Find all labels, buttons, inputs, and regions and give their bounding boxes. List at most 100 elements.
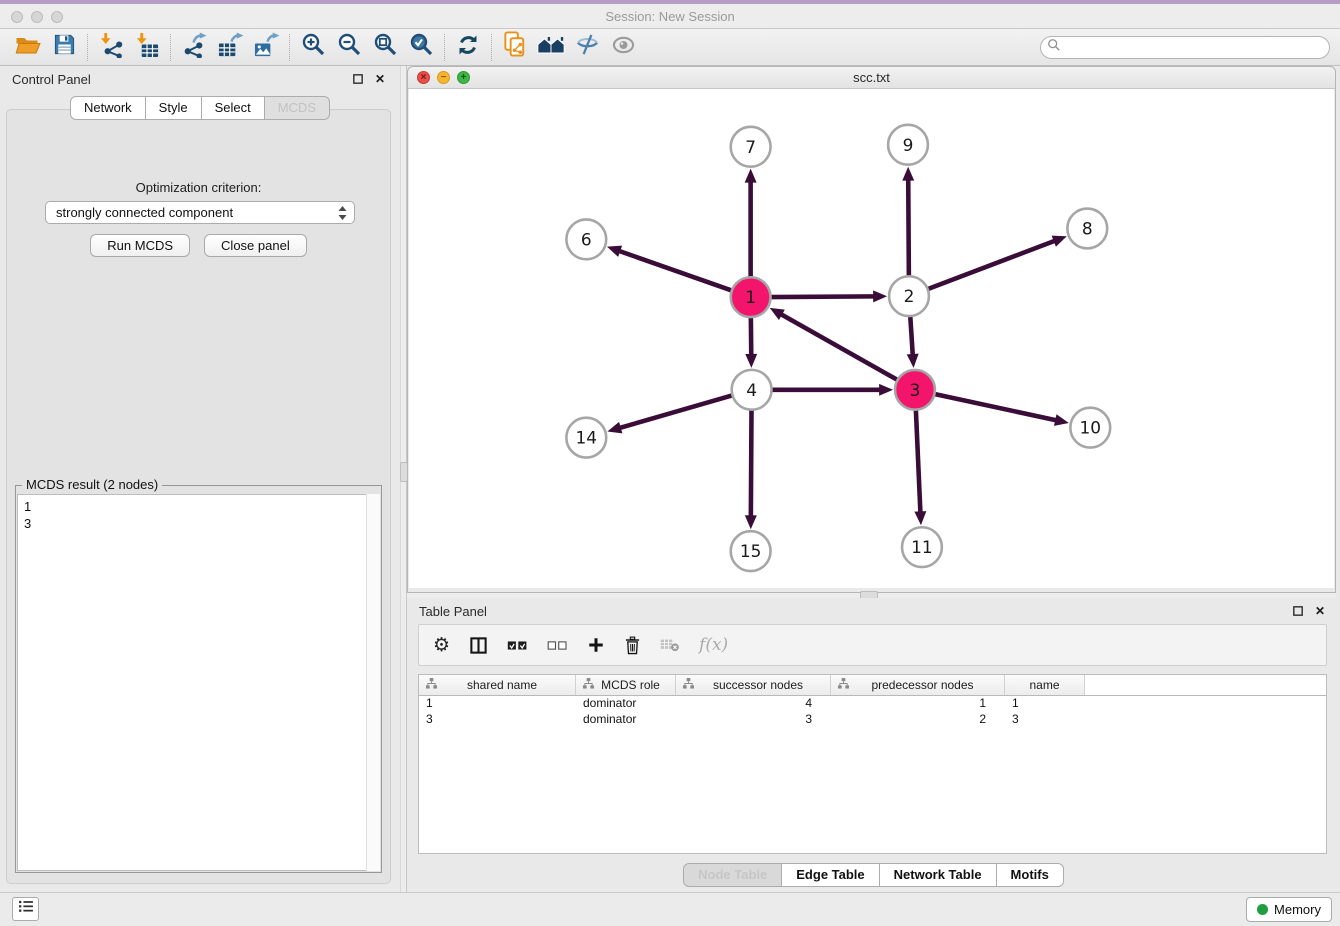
memory-button[interactable]: Memory <box>1246 897 1332 922</box>
optimization-criterion-label: Optimization criterion: <box>7 180 390 195</box>
open-file-button[interactable] <box>10 32 46 62</box>
cell-name[interactable]: 1 <box>1005 696 1085 712</box>
graph-edge-2-3[interactable] <box>907 316 919 368</box>
tab-motifs[interactable]: Motifs <box>997 863 1064 887</box>
float-panel-icon[interactable] <box>350 71 366 87</box>
import-table-button[interactable] <box>129 32 165 62</box>
session-title: Session: New Session <box>0 4 1340 29</box>
column-header-MCDS-role[interactable]: MCDS role <box>576 675 676 695</box>
network-maximize-icon[interactable]: + <box>457 71 470 84</box>
first-neighbors-button[interactable] <box>533 32 569 62</box>
add-column-icon[interactable] <box>587 636 605 654</box>
refresh-layout-button[interactable] <box>450 32 486 62</box>
close-panel-button[interactable]: Close panel <box>204 234 307 257</box>
network-canvas[interactable]: 7 9 6 8 1 2 4 3 14 10 15 11 <box>409 89 1334 588</box>
column-header-predecessor-nodes[interactable]: predecessor nodes <box>831 675 1005 695</box>
graph-node-1[interactable]: 1 <box>731 277 771 317</box>
vertical-splitter[interactable] <box>400 66 407 892</box>
graph-edge-4-15[interactable] <box>745 410 757 530</box>
graph-node-7[interactable]: 7 <box>731 127 771 167</box>
zoom-fit-button[interactable] <box>367 32 403 62</box>
minimize-window-icon[interactable] <box>31 11 43 23</box>
zoom-window-icon[interactable] <box>51 11 63 23</box>
show-graphics-details-button[interactable] <box>605 32 641 62</box>
graph-node-11[interactable]: 11 <box>902 527 942 567</box>
column-header-name[interactable]: name <box>1005 675 1085 695</box>
graph-node-9[interactable]: 9 <box>888 125 928 165</box>
table-row[interactable]: 3dominator323 <box>419 712 1326 728</box>
graph-node-15[interactable]: 15 <box>731 531 771 571</box>
delete-row-trash-icon[interactable] <box>624 636 641 655</box>
mcds-result-list: 13 <box>17 494 380 871</box>
graph-node-8[interactable]: 8 <box>1067 209 1107 249</box>
tab-edge-table[interactable]: Edge Table <box>782 863 879 887</box>
cell-shared-name[interactable]: 3 <box>419 712 576 728</box>
import-network-button[interactable] <box>93 32 129 62</box>
graph-node-4[interactable]: 4 <box>732 370 772 410</box>
graph-node-label: 2 <box>904 286 915 306</box>
graph-edge-1-4[interactable] <box>745 317 757 368</box>
network-minimize-icon[interactable]: − <box>437 71 450 84</box>
deselect-all-columns-icon[interactable] <box>547 638 568 653</box>
graph-edge-2-8[interactable] <box>928 236 1067 290</box>
search-box[interactable] <box>1040 36 1330 59</box>
graph-edge-3-11[interactable] <box>914 410 926 526</box>
tab-mcds[interactable]: MCDS <box>265 96 330 120</box>
tab-network[interactable]: Network <box>70 96 146 120</box>
graph-edge-1-6[interactable] <box>607 246 732 291</box>
zoom-out-button[interactable] <box>331 32 367 62</box>
cell-MCDS-role[interactable]: dominator <box>576 696 676 712</box>
task-history-button[interactable] <box>12 897 39 921</box>
graph-edge-4-3[interactable] <box>772 384 894 396</box>
export-network-button[interactable] <box>176 32 212 62</box>
graph-edge-1-7[interactable] <box>745 169 757 278</box>
graph-edge-3-1[interactable] <box>770 308 898 380</box>
close-window-icon[interactable] <box>11 11 23 23</box>
graph-node-2[interactable]: 2 <box>889 276 929 316</box>
search-input[interactable] <box>1065 41 1329 55</box>
graph-edge-2-9[interactable] <box>902 167 914 277</box>
graph-node-10[interactable]: 10 <box>1070 408 1110 448</box>
table-row[interactable]: 1dominator411 <box>419 696 1326 712</box>
network-view-window: × − + scc.txt 7968124314101511 <box>407 66 1336 593</box>
tab-node-table[interactable]: Node Table <box>683 863 782 887</box>
graph-edge-1-2[interactable] <box>771 290 888 302</box>
save-session-button[interactable] <box>46 32 82 62</box>
cell-predecessor-nodes[interactable]: 2 <box>831 712 1005 728</box>
cell-name[interactable]: 3 <box>1005 712 1085 728</box>
graph-edge-4-14[interactable] <box>607 395 732 433</box>
graph-node-label: 4 <box>746 380 757 400</box>
zoom-selected-button[interactable] <box>403 32 439 62</box>
graph-node-14[interactable]: 14 <box>566 418 606 458</box>
table-float-panel-icon[interactable] <box>1290 603 1306 619</box>
cell-predecessor-nodes[interactable]: 1 <box>831 696 1005 712</box>
table-close-panel-icon[interactable]: ✕ <box>1312 603 1328 619</box>
open-file-icon <box>15 33 42 62</box>
result-scrollbar[interactable] <box>366 494 380 871</box>
export-image-button[interactable] <box>248 32 284 62</box>
cell-successor-nodes[interactable]: 4 <box>676 696 831 712</box>
run-mcds-button[interactable]: Run MCDS <box>90 234 190 257</box>
tab-network-table[interactable]: Network Table <box>880 863 997 887</box>
optimization-criterion-select[interactable]: strongly connected component <box>45 201 355 224</box>
cell-MCDS-role[interactable]: dominator <box>576 712 676 728</box>
column-header-successor-nodes[interactable]: successor nodes <box>676 675 831 695</box>
cell-successor-nodes[interactable]: 3 <box>676 712 831 728</box>
select-all-columns-icon[interactable] <box>507 638 528 653</box>
graph-node-6[interactable]: 6 <box>566 219 606 259</box>
network-close-icon[interactable]: × <box>417 71 430 84</box>
control-panel-header: Control Panel ✕ <box>0 66 400 92</box>
tab-select[interactable]: Select <box>202 96 265 120</box>
clone-network-button[interactable] <box>497 32 533 62</box>
show-columns-icon[interactable] <box>469 636 488 655</box>
tab-style[interactable]: Style <box>146 96 202 120</box>
export-table-button[interactable] <box>212 32 248 62</box>
graph-node-3[interactable]: 3 <box>895 370 935 410</box>
close-panel-icon[interactable]: ✕ <box>372 71 388 87</box>
cell-shared-name[interactable]: 1 <box>419 696 576 712</box>
zoom-in-button[interactable] <box>295 32 331 62</box>
graph-edge-3-10[interactable] <box>934 394 1068 426</box>
column-header-shared-name[interactable]: shared name <box>419 675 576 695</box>
table-settings-gear-icon[interactable]: ⚙ <box>433 636 450 655</box>
hide-selected-button[interactable] <box>569 32 605 62</box>
